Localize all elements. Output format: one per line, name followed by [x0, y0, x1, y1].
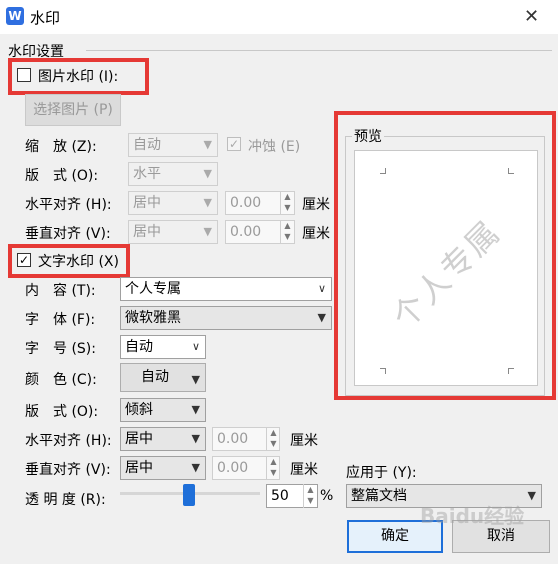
color-picker-button[interactable]: 自动 ▼	[120, 363, 206, 392]
page-corner-mark	[380, 368, 386, 374]
chevron-down-icon: ∨	[317, 282, 326, 295]
pic-v-offset-value: 0.00	[230, 224, 262, 240]
color-label: 颜 色 (C):	[25, 372, 97, 388]
pic-h-offset-spinner[interactable]: ▲ ▼	[280, 191, 294, 215]
pic-v-align-value: 居中	[133, 224, 161, 240]
transparency-unit: %	[320, 488, 334, 504]
text-h-unit: 厘米	[290, 433, 318, 449]
page-corner-mark	[380, 168, 386, 174]
chevron-down-icon: ▼	[191, 432, 200, 445]
chevron-down-icon: ▼	[203, 138, 212, 151]
pic-h-align-value: 居中	[133, 195, 161, 211]
transparency-spinner[interactable]: ▲ ▼	[303, 484, 317, 508]
content-combobox[interactable]: 个人专属 ∨	[120, 277, 332, 301]
scale-label: 缩 放 (Z):	[25, 139, 97, 155]
text-v-offset-value: 0.00	[217, 460, 249, 476]
pic-h-align-label: 水平对齐 (H):	[25, 197, 112, 213]
pic-v-offset-spinner[interactable]: ▲ ▼	[280, 220, 294, 244]
pic-h-offset-value: 0.00	[230, 195, 262, 211]
apply-to-label: 应用于 (Y):	[346, 465, 417, 481]
pic-layout-label: 版 式 (O):	[25, 168, 99, 184]
chevron-down-icon: ▼	[191, 403, 200, 416]
text-layout-select[interactable]: 倾斜 ▼	[120, 398, 206, 422]
page-corner-mark	[508, 168, 514, 174]
text-v-align-value: 居中	[125, 460, 153, 476]
chevron-down-icon: ∨	[191, 340, 200, 353]
text-layout-value: 倾斜	[125, 402, 153, 418]
text-h-offset-value: 0.00	[217, 431, 249, 447]
transparency-label: 透 明 度 (R):	[25, 492, 106, 508]
text-v-unit: 厘米	[290, 462, 318, 478]
washout-checkbox[interactable]: ✓	[227, 137, 241, 151]
pic-layout-select[interactable]: 水平 ▼	[128, 162, 218, 186]
chevron-down-icon: ▼	[203, 167, 212, 180]
text-watermark-checkbox[interactable]: ✓	[17, 253, 31, 267]
picture-watermark-checkbox[interactable]	[17, 68, 31, 82]
title-bar	[0, 0, 558, 34]
text-layout-label: 版 式 (O):	[25, 404, 99, 420]
apply-to-value: 整篇文档	[351, 488, 407, 504]
group-divider	[86, 50, 552, 51]
transparency-value: 50	[271, 488, 289, 504]
app-icon: W	[6, 7, 24, 25]
scale-select[interactable]: 自动 ▼	[128, 133, 218, 157]
pic-v-unit: 厘米	[302, 226, 330, 242]
content-value: 个人专属	[125, 281, 181, 297]
close-icon[interactable]: ✕	[524, 6, 539, 27]
text-h-align-value: 居中	[125, 431, 153, 447]
font-label: 字 体 (F):	[25, 312, 96, 328]
text-h-align-label: 水平对齐 (H):	[25, 433, 112, 449]
washout-label: 冲蚀 (E)	[248, 139, 301, 155]
chevron-down-icon: ▼	[203, 225, 212, 238]
transparency-slider-thumb[interactable]	[183, 484, 195, 506]
text-h-align-select[interactable]: 居中 ▼	[120, 427, 206, 451]
pic-v-align-label: 垂直对齐 (V):	[25, 226, 111, 242]
size-value: 自动	[125, 339, 153, 355]
content-label: 内 容 (T):	[25, 283, 96, 299]
size-combobox[interactable]: 自动 ∨	[120, 335, 206, 359]
page-corner-mark	[508, 368, 514, 374]
select-picture-button[interactable]: 选择图片 (P)	[25, 94, 121, 126]
scale-value: 自动	[133, 137, 161, 153]
pic-h-align-select[interactable]: 居中 ▼	[128, 191, 218, 215]
text-v-align-select[interactable]: 居中 ▼	[120, 456, 206, 480]
chevron-down-icon: ▼	[191, 461, 200, 474]
baidu-watermark: Baidu经验	[420, 504, 525, 528]
size-label: 字 号 (S):	[25, 341, 96, 357]
text-v-offset-spinner[interactable]: ▲ ▼	[266, 456, 280, 480]
text-h-offset-spinner[interactable]: ▲ ▼	[266, 427, 280, 451]
chevron-down-icon: ▼	[317, 311, 326, 324]
preview-title: 预览	[352, 126, 384, 146]
chevron-down-icon: ▼	[191, 373, 200, 386]
color-value: 自动	[141, 369, 169, 385]
pic-layout-value: 水平	[133, 166, 161, 182]
pic-h-unit: 厘米	[302, 197, 330, 213]
text-watermark-label: 文字水印 (X)	[38, 254, 119, 270]
font-select[interactable]: 微软雅黑 ▼	[120, 306, 332, 330]
pic-v-align-select[interactable]: 居中 ▼	[128, 220, 218, 244]
window-title: 水印	[30, 9, 61, 27]
chevron-down-icon: ▼	[527, 489, 536, 502]
picture-watermark-label: 图片水印 (I):	[38, 69, 119, 85]
chevron-down-icon: ▼	[203, 196, 212, 209]
font-value: 微软雅黑	[125, 310, 181, 326]
text-v-align-label: 垂直对齐 (V):	[25, 462, 111, 478]
